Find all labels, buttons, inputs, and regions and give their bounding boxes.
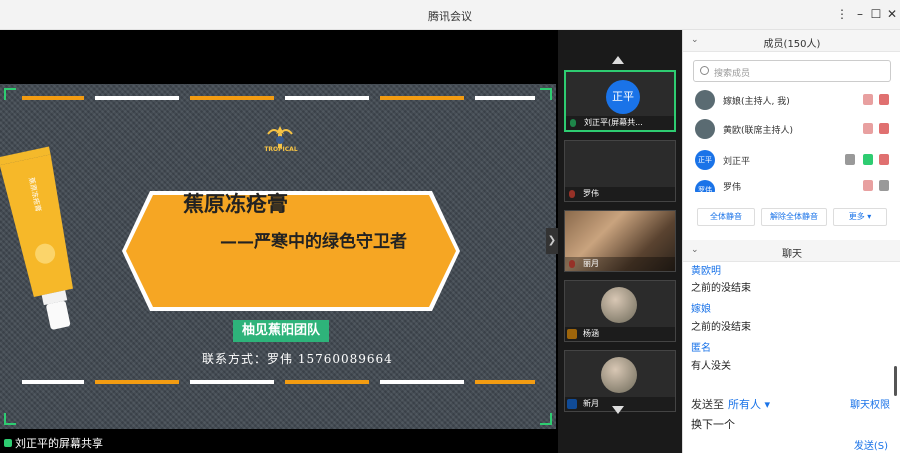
collapse-panel-button[interactable]: ❯ bbox=[546, 228, 558, 254]
video-strip: 正平 刘正平(屏幕共... 罗伟 丽月 杨涵 新月 bbox=[558, 30, 682, 453]
slide-dash bbox=[380, 380, 464, 384]
meeting-window: 腾讯会议 ⋮ – ☐ ✕ 蕉原冻疮膏 TROPICAL 蕉原冻疮膏 ——严寒中的… bbox=[0, 0, 900, 453]
search-icon bbox=[700, 66, 709, 75]
shared-screen: 蕉原冻疮膏 TROPICAL 蕉原冻疮膏 ——严寒中的绿色守卫者 柚见蕉阳团队 … bbox=[0, 30, 558, 453]
slide-title: 蕉原冻疮膏 bbox=[183, 191, 288, 216]
slide-dash bbox=[285, 96, 369, 100]
minimize-button[interactable]: – bbox=[852, 6, 868, 22]
chat-input[interactable]: 换下一个 bbox=[691, 416, 735, 432]
slide-dash bbox=[190, 96, 274, 100]
video-tile[interactable]: 新月 bbox=[564, 350, 676, 412]
chat-permission-button[interactable]: 聊天权限 bbox=[850, 396, 890, 411]
send-button[interactable]: 发送(S) bbox=[854, 437, 888, 452]
slide-dash bbox=[380, 96, 464, 100]
send-to: 发送至 所有人 ▾ bbox=[691, 396, 770, 412]
video-tile[interactable]: 丽月 bbox=[564, 210, 676, 272]
participant-name: 杨涵 bbox=[565, 327, 675, 341]
members-header[interactable]: ⌄ 成员(150人) bbox=[683, 30, 900, 52]
chat-sender: 黄欧明 bbox=[691, 266, 721, 277]
more-button[interactable]: 更多 ▾ bbox=[833, 208, 887, 226]
slide-dash bbox=[285, 380, 369, 384]
window-title: 腾讯会议 bbox=[428, 10, 472, 23]
product-tube-image: 蕉原冻疮膏 bbox=[0, 146, 73, 330]
presentation-slide: 蕉原冻疮膏 TROPICAL 蕉原冻疮膏 ——严寒中的绿色守卫者 柚见蕉阳团队 … bbox=[0, 84, 556, 429]
camera-off-icon[interactable] bbox=[879, 154, 889, 165]
chat-header[interactable]: ⌄ 聊天 bbox=[683, 240, 900, 262]
participant-name: 丽月 bbox=[565, 257, 675, 271]
chat-header-label: 聊天 bbox=[782, 249, 802, 260]
member-name: 嫁娘(主持人, 我) bbox=[723, 97, 790, 107]
chat-scrollbar[interactable] bbox=[894, 366, 897, 396]
slide-corner bbox=[540, 413, 552, 425]
recipient-dropdown[interactable]: 所有人 ▾ bbox=[728, 398, 770, 411]
send-to-label: 发送至 bbox=[691, 398, 724, 411]
pin-icon[interactable]: ⋮ bbox=[834, 6, 850, 22]
member-row[interactable]: 正平 刘正平 bbox=[695, 148, 891, 172]
mic-off-icon[interactable] bbox=[863, 94, 873, 105]
camera-off-icon[interactable] bbox=[879, 94, 889, 105]
member-name: 罗伟 bbox=[723, 183, 742, 192]
screen-share-status: 刘正平的屏幕共享 bbox=[0, 435, 103, 453]
camera-off-icon[interactable] bbox=[879, 180, 889, 191]
member-search-input[interactable]: 搜索成员 bbox=[693, 60, 891, 82]
slide-dash bbox=[475, 380, 535, 384]
title-bar: 腾讯会议 ⋮ – ☐ ✕ bbox=[0, 0, 900, 30]
contact-info: 联系方式：罗伟 15760089664 bbox=[202, 352, 393, 366]
member-row[interactable]: 嫁娘(主持人, 我) bbox=[695, 88, 891, 112]
chat-sender: 匿名 bbox=[691, 343, 711, 354]
screen-share-icon bbox=[845, 154, 855, 165]
slide-dash bbox=[95, 96, 179, 100]
members-header-label: 成员(150人) bbox=[763, 39, 821, 50]
avatar: 正平 bbox=[606, 80, 640, 114]
participant-name: 刘正平(屏幕共... bbox=[566, 116, 674, 130]
avatar bbox=[695, 90, 715, 110]
search-placeholder: 搜索成员 bbox=[714, 69, 751, 79]
camera-off-icon[interactable] bbox=[879, 123, 889, 134]
avatar bbox=[695, 119, 715, 139]
slide-dash bbox=[190, 380, 274, 384]
member-name: 黄欧(联席主持人) bbox=[723, 126, 794, 136]
participant-name: 罗伟 bbox=[565, 187, 675, 201]
slide-dash bbox=[475, 96, 535, 100]
share-icon bbox=[4, 439, 12, 447]
unmute-all-button[interactable]: 解除全体静音 bbox=[761, 208, 827, 226]
chat-message: 有人没关 bbox=[691, 361, 731, 372]
member-row[interactable]: 罗伟 罗伟 bbox=[695, 178, 891, 192]
mic-off-icon[interactable] bbox=[863, 123, 873, 134]
close-button[interactable]: ✕ bbox=[884, 6, 900, 22]
avatar bbox=[601, 357, 637, 393]
side-panel: ⌄ 成员(150人) 搜索成员 嫁娘(主持人, 我) 黄欧(联席主持人) 正平 … bbox=[682, 30, 900, 453]
member-row[interactable]: 黄欧(联席主持人) bbox=[695, 117, 891, 141]
scroll-up-arrow-icon[interactable] bbox=[612, 56, 624, 64]
mute-all-button[interactable]: 全体静音 bbox=[697, 208, 755, 226]
member-name: 刘正平 bbox=[723, 157, 751, 167]
slide-dash bbox=[95, 380, 179, 384]
logo-text: TROPICAL bbox=[264, 146, 298, 153]
team-label: 柚见蕉阳团队 bbox=[233, 320, 329, 342]
chat-message: 之前的没结束 bbox=[691, 283, 751, 294]
video-tile[interactable]: 正平 刘正平(屏幕共... bbox=[564, 70, 676, 132]
slide-dash bbox=[22, 96, 84, 100]
slide-dash bbox=[22, 380, 84, 384]
slide-subtitle: ——严寒中的绿色守卫者 bbox=[220, 232, 407, 252]
video-tile[interactable]: 罗伟 bbox=[564, 140, 676, 202]
avatar bbox=[601, 287, 637, 323]
slide-corner bbox=[4, 88, 16, 100]
avatar: 罗伟 bbox=[695, 180, 715, 192]
maximize-button[interactable]: ☐ bbox=[868, 6, 884, 22]
slide-corner bbox=[4, 413, 16, 425]
chat-message: 之前的没结束 bbox=[691, 322, 751, 333]
mic-on-icon[interactable] bbox=[863, 154, 873, 165]
mic-off-icon[interactable] bbox=[863, 180, 873, 191]
share-status-text: 刘正平的屏幕共享 bbox=[15, 437, 103, 450]
avatar: 正平 bbox=[695, 150, 715, 170]
video-tile[interactable]: 杨涵 bbox=[564, 280, 676, 342]
chat-sender: 嫁娘 bbox=[691, 304, 711, 315]
scroll-down-arrow-icon[interactable] bbox=[612, 406, 624, 414]
slide-corner bbox=[540, 88, 552, 100]
